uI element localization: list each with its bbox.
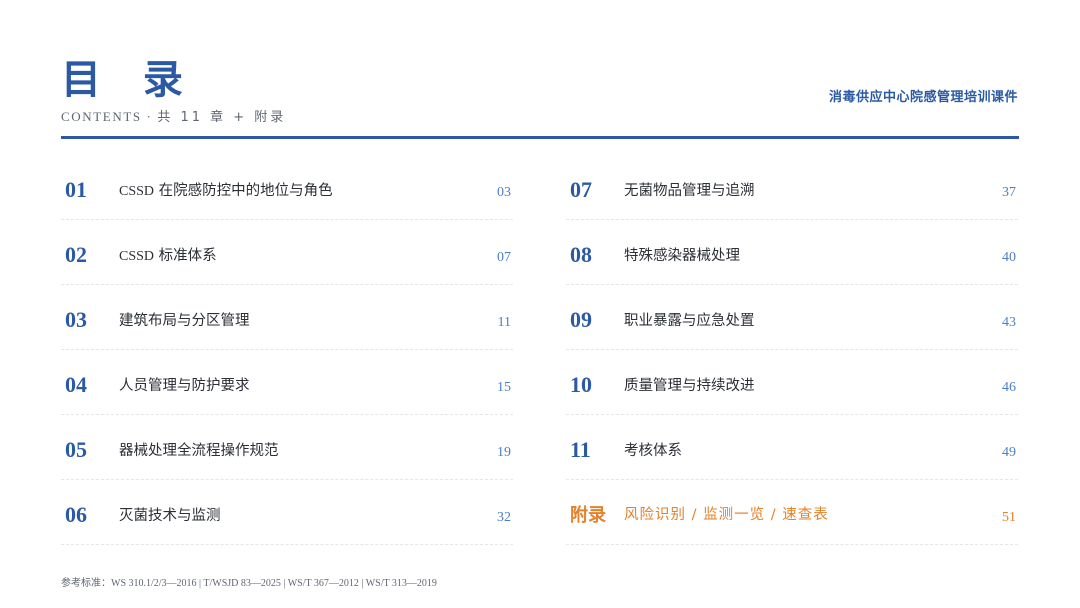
toc-entry-07[interactable]: 07 无菌物品管理与追溯 37 — [566, 156, 1018, 220]
reference-label: 参考标准： — [61, 578, 111, 589]
toc-entry-label: 灭菌技术与监测 — [119, 508, 221, 524]
appendix-page: 51 — [1002, 510, 1016, 525]
toc-entry-page: 37 — [1002, 185, 1016, 200]
toc-entry-label: 人员管理与防护要求 — [119, 378, 250, 394]
toc-right-column: 07 无菌物品管理与追溯 37 08 特殊感染器械处理 40 09 职业暴露与应… — [566, 156, 1018, 545]
toc-entry-number: 05 — [65, 437, 87, 462]
toc-entry-06[interactable]: 06 灭菌技术与监测 32 — [61, 481, 513, 545]
toc-entry-page: 15 — [497, 380, 511, 395]
toc-entry-label: 考核体系 — [624, 443, 682, 459]
toc-entry-number: 04 — [65, 372, 87, 397]
reference-standards: 参考标准：WS 310.1/2/3—2016 | T/WSJD 83—2025 … — [61, 574, 437, 589]
toc-entry-02[interactable]: 02 CSSD 标准体系 07 — [61, 221, 513, 285]
toc-entry-04[interactable]: 04 人员管理与防护要求 15 — [61, 351, 513, 415]
toc-entry-number: 01 — [65, 177, 87, 202]
toc-entry-number: 08 — [570, 242, 592, 267]
toc-left-column: 01 CSSD 在院感防控中的地位与角色 03 02 CSSD 标准体系 07 … — [61, 156, 513, 545]
toc-entry-09[interactable]: 09 职业暴露与应急处置 43 — [566, 286, 1018, 350]
subtitle-latin: CONTENTS · — [61, 109, 158, 124]
toc-entry-08[interactable]: 08 特殊感染器械处理 40 — [566, 221, 1018, 285]
header-divider — [61, 136, 1019, 139]
toc-entry-number: 02 — [65, 242, 87, 267]
toc-entry-page: 03 — [497, 185, 511, 200]
toc-entry-05[interactable]: 05 器械处理全流程操作规范 19 — [61, 416, 513, 480]
toc-entry-number: 03 — [65, 307, 87, 332]
toc-entry-label: CSSD 标准体系 — [119, 246, 217, 267]
toc-entry-01[interactable]: 01 CSSD 在院感防控中的地位与角色 03 — [61, 156, 513, 220]
toc-entry-number: 11 — [570, 437, 591, 462]
toc-entry-number: 09 — [570, 307, 592, 332]
toc-entry-page: 11 — [497, 315, 511, 330]
toc-entry-label: 建筑布局与分区管理 — [119, 313, 250, 329]
reference-text: WS 310.1/2/3—2016 | T/WSJD 83—2025 | WS/… — [111, 578, 437, 589]
toc-entry-prefix: CSSD — [119, 249, 155, 264]
toc-entry-prefix: CSSD — [119, 184, 155, 199]
toc-entry-number: 06 — [65, 502, 87, 527]
toc-entry-label: 质量管理与持续改进 — [624, 378, 755, 394]
toc-entry-label: 职业暴露与应急处置 — [624, 313, 755, 329]
toc-entry-appendix[interactable]: 附录 风险识别 / 监测一览 / 速查表 51 — [566, 481, 1018, 545]
toc-entry-number: 10 — [570, 372, 592, 397]
toc-entry-label: 无菌物品管理与追溯 — [624, 183, 755, 199]
toc-entry-03[interactable]: 03 建筑布局与分区管理 11 — [61, 286, 513, 350]
toc-entry-page: 43 — [1002, 315, 1016, 330]
toc-entry-label: 器械处理全流程操作规范 — [119, 443, 279, 459]
course-title: 消毒供应中心院感管理培训课件 — [828, 90, 1018, 105]
toc-entry-11[interactable]: 11 考核体系 49 — [566, 416, 1018, 480]
toc-entry-page: 49 — [1002, 445, 1016, 460]
toc-entry-10[interactable]: 10 质量管理与持续改进 46 — [566, 351, 1018, 415]
toc-entry-label: CSSD 在院感防控中的地位与角色 — [119, 181, 333, 202]
toc-entry-page: 40 — [1002, 250, 1016, 265]
page-subtitle: CONTENTS · 共 11 章 + 附录 — [61, 106, 286, 125]
toc-entry-title: 在院感防控中的地位与角色 — [158, 183, 333, 199]
toc-entry-page: 07 — [497, 250, 511, 265]
toc-entry-number: 07 — [570, 177, 592, 202]
appendix-marker: 附录 — [570, 505, 606, 526]
toc-entry-title: 标准体系 — [158, 248, 217, 264]
page-title: 目 录 — [61, 57, 197, 103]
appendix-label: 风险识别 / 监测一览 / 速查表 — [624, 507, 829, 523]
subtitle-chapter-count: 共 11 章 + 附录 — [157, 110, 287, 125]
toc-entry-label: 特殊感染器械处理 — [624, 248, 740, 264]
toc-entry-page: 46 — [1002, 380, 1016, 395]
toc-entry-page: 19 — [497, 445, 511, 460]
toc-entry-page: 32 — [497, 510, 511, 525]
